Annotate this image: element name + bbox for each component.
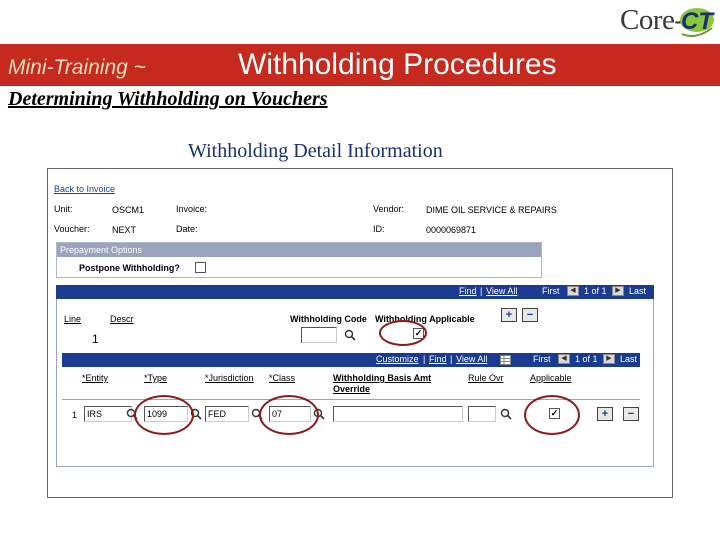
basis-amount-column-header: Withholding Basis Amt	[333, 373, 432, 383]
core-ct-logo: Core- CT	[620, 4, 716, 40]
jurisdiction-column-header: *Jurisdiction	[205, 373, 254, 383]
detail-nav-bar: Customize | Find | View All First ◀ 1 of…	[62, 353, 640, 367]
applicable-column-header: Applicable	[530, 373, 572, 383]
line-view-all-link[interactable]: View All	[486, 286, 517, 296]
detail-first-label: First	[533, 354, 551, 364]
add-line-button[interactable]: +	[501, 308, 517, 322]
section-title: Withholding Detail Information	[188, 140, 443, 162]
detail-last-label: Last	[620, 354, 638, 364]
logo-ct-text: CT	[681, 8, 713, 35]
vendor-label: Vendor:	[373, 204, 405, 214]
prepayment-options-panel: Prepayment Options Postpone Withholding?	[56, 242, 542, 278]
line-prev-arrow-icon[interactable]: ◀	[567, 286, 579, 296]
line-find-link[interactable]: Find	[459, 286, 477, 296]
withholding-code-input[interactable]	[301, 327, 337, 343]
prepayment-options-header: Prepayment Options	[57, 243, 541, 257]
rule-ovr-column-header: Rule Ovr	[468, 373, 504, 383]
banner-subtitle: Mini-Training ~	[8, 56, 146, 79]
line-first-label: First	[542, 286, 560, 296]
postpone-withholding-label: Postpone Withholding?	[79, 263, 180, 273]
withholding-code-header: Withholding Code	[290, 314, 367, 324]
logo-ct-badge: CT	[678, 6, 716, 38]
withholding-code-lookup-icon[interactable]	[344, 329, 356, 341]
detail-row-number: 1	[72, 410, 78, 420]
id-label: ID:	[373, 224, 385, 234]
highlight-circle-class	[259, 395, 319, 435]
highlight-circle-applicable	[524, 395, 580, 435]
detail-next-arrow-icon[interactable]: ▶	[603, 354, 615, 364]
logo-core-text: Core-	[620, 4, 684, 36]
add-detail-row-button[interactable]: +	[597, 407, 613, 421]
line-last-label: Last	[629, 286, 647, 296]
date-label: Date:	[176, 224, 198, 234]
line-next-arrow-icon[interactable]: ▶	[612, 286, 624, 296]
withholding-detail-screen: Back to Invoice Unit: OSCM1 Invoice: Ven…	[47, 168, 673, 498]
line-nav-bar: Find | View All First ◀ 1 of 1 ▶ Last	[56, 285, 654, 299]
remove-line-button[interactable]: −	[522, 308, 538, 322]
basis-override-column-header: Override	[333, 384, 371, 394]
remove-detail-row-button[interactable]: −	[623, 407, 639, 421]
type-column-header: *Type	[144, 373, 168, 383]
descr-column-header: Descr	[110, 314, 134, 324]
jurisdiction-input[interactable]: FED	[205, 406, 249, 422]
rule-ovr-lookup-icon[interactable]	[500, 408, 512, 420]
rule-ovr-input[interactable]	[468, 406, 496, 422]
banner-title: Withholding Procedures	[238, 48, 557, 81]
page-subtitle: Determining Withholding on Vouchers	[8, 88, 328, 110]
unit-value: OSCM1	[112, 205, 145, 215]
detail-view-all-link[interactable]: View All	[456, 354, 487, 364]
class-column-header: *Class	[269, 373, 296, 383]
line-number-value: 1	[92, 332, 99, 346]
entity-input[interactable]: IRS	[84, 406, 132, 422]
id-value: 0000069871	[426, 225, 477, 235]
grid-download-icon[interactable]	[500, 355, 511, 365]
customize-link[interactable]: Customize	[376, 354, 419, 364]
entity-column-header: *Entity	[82, 373, 109, 383]
line-counter: 1 of 1	[584, 286, 607, 296]
detail-counter: 1 of 1	[575, 354, 598, 364]
vendor-value: DIME OIL SERVICE & REPAIRS	[426, 205, 557, 215]
unit-label: Unit:	[54, 204, 73, 214]
title-banner: Mini-Training ~ Withholding Procedures	[0, 44, 720, 86]
back-to-invoice-link[interactable]: Back to Invoice	[54, 184, 115, 194]
basis-override-input[interactable]	[333, 406, 463, 422]
invoice-label: Invoice:	[176, 204, 208, 214]
detail-prev-arrow-icon[interactable]: ◀	[558, 354, 570, 364]
highlight-circle-type	[134, 395, 194, 435]
voucher-value: NEXT	[112, 225, 137, 235]
voucher-label: Voucher:	[54, 224, 90, 234]
highlight-circle-line-applicable	[379, 320, 427, 346]
line-column-header: Line	[64, 314, 82, 324]
detail-find-link[interactable]: Find	[429, 354, 447, 364]
postpone-withholding-checkbox[interactable]	[195, 262, 206, 273]
